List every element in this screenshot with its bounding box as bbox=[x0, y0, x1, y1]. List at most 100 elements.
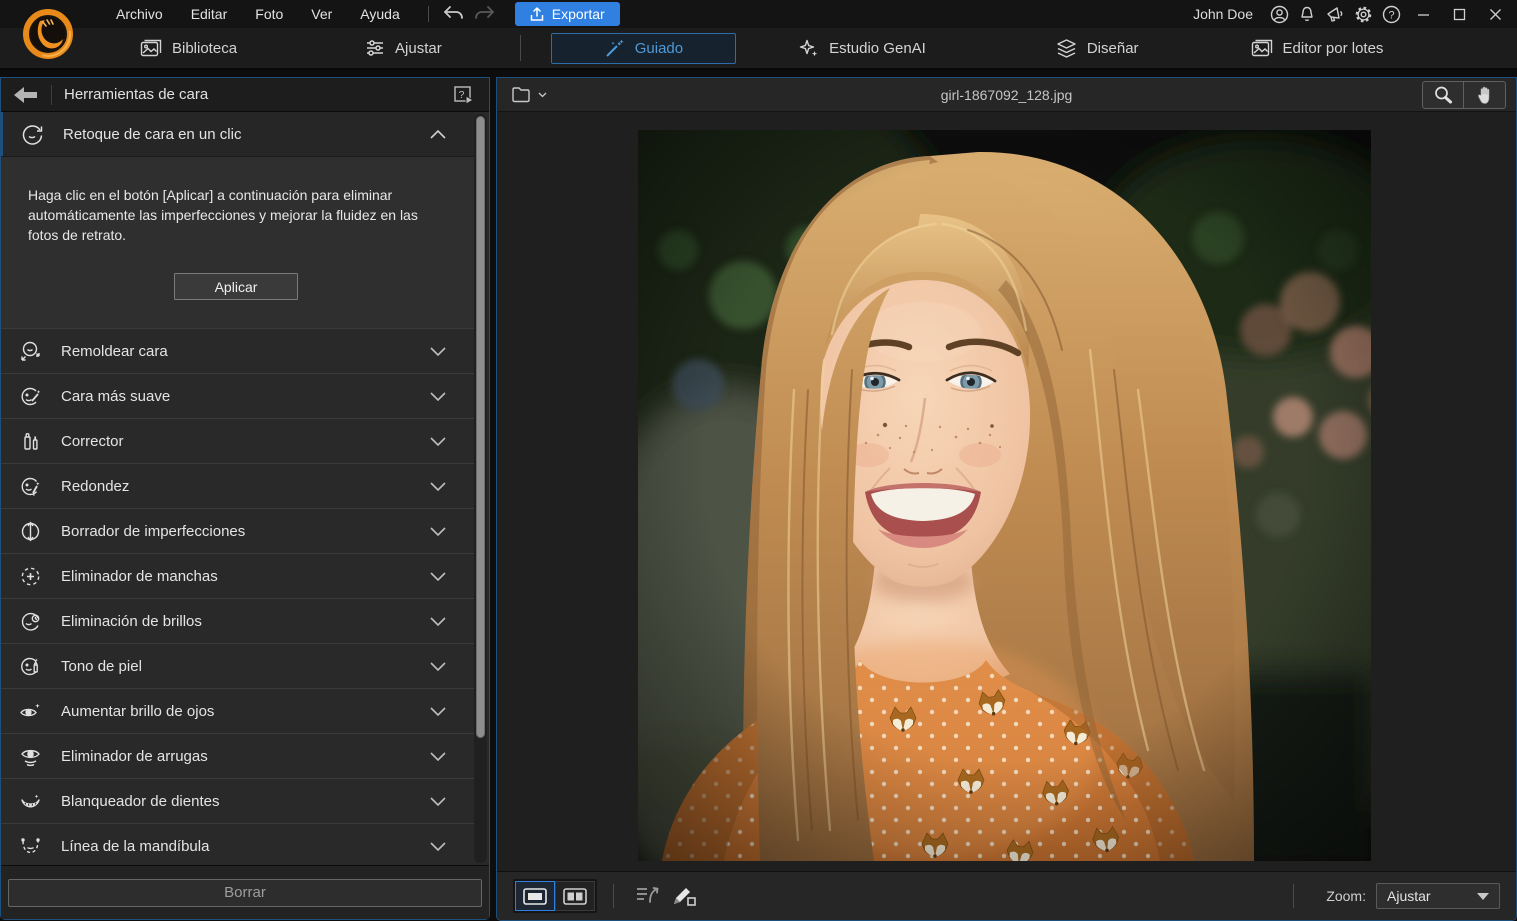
window-minimize-button[interactable] bbox=[1405, 1, 1441, 27]
canvas-toolbar: girl-1867092_128.jpg bbox=[497, 78, 1516, 112]
tool-remoldear-cara[interactable]: Remoldear cara bbox=[1, 328, 474, 373]
view-mode-group bbox=[513, 879, 597, 913]
titlebar-right: John Doe bbox=[1193, 1, 1517, 27]
canvas-nav-buttons bbox=[1422, 81, 1506, 109]
tool-eliminador-de-manchas[interactable]: Eliminador de manchas bbox=[1, 553, 474, 598]
menu-editar[interactable]: Editar bbox=[177, 2, 242, 26]
hand-icon bbox=[1476, 85, 1494, 105]
panel-help-icon[interactable]: ? bbox=[453, 85, 475, 105]
tool-label: Redondez bbox=[61, 478, 129, 495]
tab-biblioteca[interactable]: Biblioteca bbox=[140, 39, 237, 58]
tool-label: Aumentar brillo de ojos bbox=[61, 703, 214, 720]
tool-label: Cara más suave bbox=[61, 388, 170, 405]
skin-tone-icon bbox=[18, 654, 44, 679]
clear-button[interactable]: Borrar bbox=[8, 879, 482, 907]
scrollbar-thumb[interactable] bbox=[476, 116, 485, 738]
menu-bar: Archivo Editar Foto Ver Ayuda bbox=[102, 2, 414, 26]
face-tools-panel: Herramientas de cara ? bbox=[0, 77, 490, 920]
edit-pencil-button[interactable] bbox=[666, 881, 702, 911]
back-arrow-icon bbox=[14, 87, 38, 103]
tab-estudio-genai[interactable]: Estudio GenAI bbox=[798, 38, 926, 59]
tool-blanqueador-de-dientes[interactable]: Blanqueador de dientes bbox=[1, 778, 474, 823]
tool-aumentar-brillo-de-ojos[interactable]: Aumentar brillo de ojos bbox=[1, 688, 474, 733]
redo-button[interactable] bbox=[469, 2, 499, 26]
tab-label: Guiado bbox=[635, 40, 683, 57]
menu-ayuda[interactable]: Ayuda bbox=[346, 2, 413, 26]
history-button[interactable] bbox=[630, 881, 666, 911]
genai-sparkles-icon bbox=[798, 38, 819, 59]
magnifier-icon bbox=[1433, 85, 1453, 105]
main-area: Herramientas de cara ? bbox=[0, 70, 1517, 921]
zoom-control: Zoom: Ajustar bbox=[1277, 883, 1500, 909]
tab-editor-por-lotes[interactable]: Editor por lotes bbox=[1251, 39, 1384, 58]
history-icon bbox=[634, 884, 662, 908]
single-view-button[interactable] bbox=[515, 881, 555, 911]
tab-disenar[interactable]: Diseñar bbox=[1056, 38, 1139, 59]
tab-label: Diseñar bbox=[1087, 40, 1139, 57]
one-click-retouch-icon bbox=[20, 122, 46, 147]
chevron-down-icon bbox=[430, 347, 446, 356]
export-button[interactable]: Exportar bbox=[515, 2, 620, 26]
window-maximize-button[interactable] bbox=[1441, 1, 1477, 27]
chevron-down-icon bbox=[430, 572, 446, 581]
chevron-up-icon bbox=[430, 130, 446, 139]
magic-wand-icon bbox=[604, 38, 625, 59]
eye-brighten-icon bbox=[18, 699, 44, 724]
tool-eliminacion-de-brillos[interactable]: Eliminación de brillos bbox=[1, 598, 474, 643]
tool-label: Línea de la mandíbula bbox=[61, 838, 209, 855]
single-view-icon bbox=[523, 888, 547, 905]
svg-text:?: ? bbox=[459, 89, 465, 101]
settings-gear-icon[interactable] bbox=[1349, 2, 1377, 26]
window-close-button[interactable] bbox=[1477, 1, 1513, 27]
svg-text:?: ? bbox=[1388, 9, 1394, 21]
zoom-dropdown[interactable]: Ajustar bbox=[1376, 883, 1500, 909]
design-layers-icon bbox=[1056, 38, 1077, 59]
zoom-tool-button[interactable] bbox=[1422, 81, 1464, 109]
help-icon[interactable]: ? bbox=[1377, 2, 1405, 26]
tab-label: Editor por lotes bbox=[1283, 40, 1384, 57]
menu-foto[interactable]: Foto bbox=[241, 2, 297, 26]
canvas-viewport[interactable] bbox=[497, 112, 1516, 871]
tab-ajustar[interactable]: Ajustar bbox=[365, 38, 442, 58]
pan-tool-button[interactable] bbox=[1464, 81, 1506, 109]
divider bbox=[520, 35, 521, 61]
teeth-whitener-icon bbox=[18, 789, 44, 814]
tool-eliminador-de-arrugas[interactable]: Eliminador de arrugas bbox=[1, 733, 474, 778]
notifications-bell-icon[interactable] bbox=[1293, 2, 1321, 26]
tool-label: Borrador de imperfecciones bbox=[61, 523, 245, 540]
tool-borrador-de-imperfecciones[interactable]: Borrador de imperfecciones bbox=[1, 508, 474, 553]
chevron-down-icon bbox=[430, 797, 446, 806]
panel-scrollbar[interactable] bbox=[474, 114, 487, 863]
announcements-megaphone-icon[interactable] bbox=[1321, 2, 1349, 26]
tool-one-click-retouch[interactable]: Retoque de cara en un clic bbox=[1, 112, 474, 156]
menu-ver[interactable]: Ver bbox=[297, 2, 346, 26]
tool-list: Retoque de cara en un clic Haga clic en … bbox=[1, 112, 474, 865]
chevron-down-icon bbox=[430, 437, 446, 446]
upload-icon bbox=[530, 7, 544, 22]
tool-label: Eliminador de manchas bbox=[61, 568, 218, 585]
title-bar: Archivo Editar Foto Ver Ayuda Exportar bbox=[0, 0, 1517, 28]
folder-browse-button[interactable] bbox=[511, 85, 547, 104]
divider bbox=[613, 884, 614, 908]
compare-view-button[interactable] bbox=[555, 881, 595, 911]
divider bbox=[428, 6, 429, 22]
tool-linea-de-la-mandibula[interactable]: Línea de la mandíbula bbox=[1, 823, 474, 865]
tool-label: Remoldear cara bbox=[61, 343, 168, 360]
compare-view-icon bbox=[563, 888, 587, 905]
panel-header: Herramientas de cara ? bbox=[1, 78, 489, 112]
menu-archivo[interactable]: Archivo bbox=[102, 2, 177, 26]
account-avatar-icon[interactable] bbox=[1265, 2, 1293, 26]
tool-redondez[interactable]: Redondez bbox=[1, 463, 474, 508]
image-filename: girl-1867092_128.jpg bbox=[497, 87, 1516, 103]
export-label: Exportar bbox=[552, 6, 605, 22]
apply-button[interactable]: Aplicar bbox=[174, 273, 298, 300]
back-button[interactable] bbox=[1, 78, 51, 112]
tab-label: Ajustar bbox=[395, 40, 442, 57]
module-tab-bar: Biblioteca Ajustar Guiado bbox=[0, 28, 1517, 70]
undo-button[interactable] bbox=[439, 2, 469, 26]
tool-corrector[interactable]: Corrector bbox=[1, 418, 474, 463]
photo-girl-portrait bbox=[638, 130, 1371, 861]
tool-cara-mas-suave[interactable]: Cara más suave bbox=[1, 373, 474, 418]
tab-guiado[interactable]: Guiado bbox=[551, 33, 736, 64]
tool-tono-de-piel[interactable]: Tono de piel bbox=[1, 643, 474, 688]
